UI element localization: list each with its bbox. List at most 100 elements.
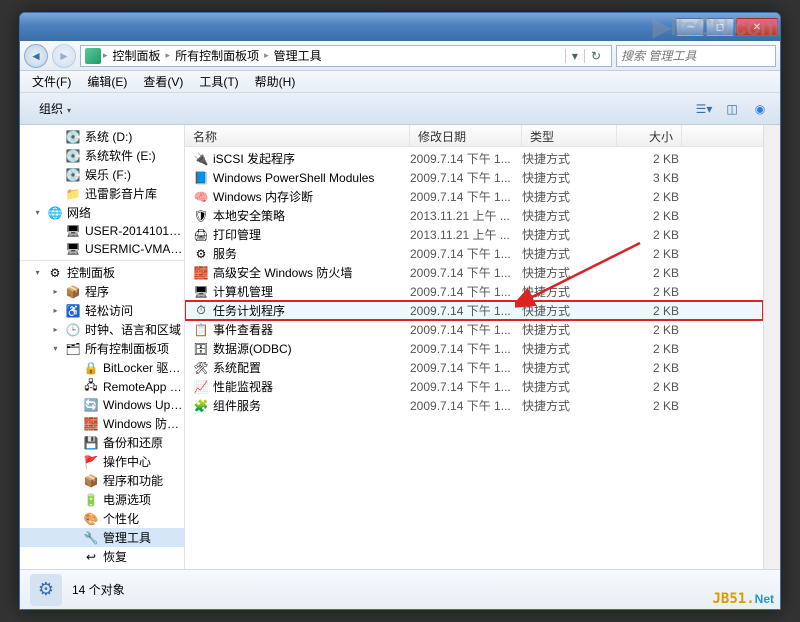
tree-item[interactable]: 🔒BitLocker 驱动器加 — [20, 358, 184, 377]
back-button[interactable]: ◄ — [24, 44, 48, 68]
expand-icon[interactable]: ▾ — [32, 267, 43, 278]
expand-icon[interactable] — [68, 362, 79, 373]
nav-tree[interactable]: 💽系统 (D:)💽系统软件 (E:)💽娱乐 (F:)📁迅雷影音片库▾🌐网络🖥US… — [20, 125, 185, 569]
organize-button[interactable]: 组织 — [28, 96, 86, 121]
file-row[interactable]: ⚙服务2009.7.14 下午 1...快捷方式2 KB — [185, 244, 763, 263]
tree-item[interactable]: 📦程序和功能 — [20, 471, 184, 490]
tree-item[interactable]: 💽娱乐 (F:) — [20, 165, 184, 184]
close-button[interactable]: ✕ — [736, 18, 778, 36]
explorer-window: ▶itsCN.com ─ ◻ ✕ ◄ ► ▸ 控制面板 ▸ 所有控制面板项 ▸ … — [19, 12, 781, 610]
tree-item[interactable]: 🖧RemoteApp 和桌 — [20, 377, 184, 396]
power-icon: 🔋 — [83, 492, 99, 508]
expand-icon[interactable]: ▸ — [50, 324, 61, 335]
expand-icon[interactable]: ▸ — [50, 286, 61, 297]
file-row[interactable]: 🔌iSCSI 发起程序2009.7.14 下午 1...快捷方式2 KB — [185, 149, 763, 168]
maximize-button[interactable]: ◻ — [706, 18, 734, 36]
breadcrumb-item[interactable]: 管理工具 — [271, 47, 325, 64]
tree-item[interactable]: 🎨个性化 — [20, 509, 184, 528]
tree-item[interactable]: ▸♿轻松访问 — [20, 301, 184, 320]
breadcrumb-item[interactable]: 所有控制面板项 — [172, 47, 262, 64]
tree-item[interactable]: ▾🗂所有控制面板项 — [20, 339, 184, 358]
expand-icon[interactable]: ▾ — [32, 207, 43, 218]
iscsi-icon: 🔌 — [193, 151, 209, 167]
search-input[interactable]: 搜索 管理工具 — [616, 45, 776, 67]
tree-item[interactable]: 💾备份和还原 — [20, 433, 184, 452]
expand-icon[interactable]: ▾ — [50, 343, 61, 354]
minimize-button[interactable]: ─ — [676, 18, 704, 36]
ps-icon: 📘 — [193, 170, 209, 186]
expand-icon[interactable] — [68, 456, 79, 467]
expand-icon[interactable] — [68, 437, 79, 448]
file-row[interactable]: ⏱任务计划程序2009.7.14 下午 1...快捷方式2 KB — [185, 301, 763, 320]
tree-item[interactable]: 🔋电源选项 — [20, 490, 184, 509]
expand-icon[interactable]: ▸ — [50, 305, 61, 316]
address-dropdown-icon[interactable]: ▾ — [565, 49, 584, 63]
file-size: 2 KB — [617, 209, 679, 223]
file-date: 2009.7.14 下午 1... — [410, 264, 522, 281]
expand-icon[interactable] — [68, 400, 79, 411]
expand-icon[interactable] — [50, 131, 61, 142]
menu-edit[interactable]: 编辑(E) — [79, 71, 135, 92]
menu-view[interactable]: 查看(V) — [135, 71, 191, 92]
file-row[interactable]: 📘Windows PowerShell Modules2009.7.14 下午 … — [185, 168, 763, 187]
file-row[interactable]: 🛡本地安全策略2013.11.21 上午 ...快捷方式2 KB — [185, 206, 763, 225]
tree-item[interactable]: 💽系统软件 (E:) — [20, 146, 184, 165]
preview-pane-button[interactable]: ◫ — [720, 98, 744, 120]
expand-icon[interactable] — [50, 226, 61, 237]
perfmon-icon: 📈 — [193, 379, 209, 395]
tree-item[interactable]: 📁迅雷影音片库 — [20, 184, 184, 203]
tree-item[interactable]: ▾⚙控制面板 — [20, 260, 184, 282]
tree-item[interactable]: 🧱Windows 防火墙 — [20, 414, 184, 433]
expand-icon[interactable] — [68, 494, 79, 505]
file-row[interactable]: 🖥计算机管理2009.7.14 下午 1...快捷方式2 KB — [185, 282, 763, 301]
menu-file[interactable]: 文件(F) — [24, 71, 79, 92]
tree-item[interactable]: ↩恢复 — [20, 547, 184, 566]
compmgmt-icon: 🖥 — [193, 284, 209, 300]
file-row[interactable]: 🗄数据源(ODBC)2009.7.14 下午 1...快捷方式2 KB — [185, 339, 763, 358]
col-name-header[interactable]: 名称 — [185, 125, 410, 146]
expand-icon[interactable] — [68, 551, 79, 562]
file-type: 快捷方式 — [522, 264, 617, 281]
menu-help[interactable]: 帮助(H) — [247, 71, 304, 92]
tree-item[interactable]: 🔧管理工具 — [20, 528, 184, 547]
tree-item[interactable]: ▸📦程序 — [20, 282, 184, 301]
expand-icon[interactable] — [68, 475, 79, 486]
file-row[interactable]: 📈性能监视器2009.7.14 下午 1...快捷方式2 KB — [185, 377, 763, 396]
view-mode-button[interactable]: ☰▾ — [692, 98, 716, 120]
address-bar[interactable]: ▸ 控制面板 ▸ 所有控制面板项 ▸ 管理工具 ▾ ↻ — [80, 45, 612, 67]
expand-icon[interactable] — [50, 169, 61, 180]
tree-item[interactable]: 🖥USERMIC-VMAH7V — [20, 240, 184, 258]
col-type-header[interactable]: 类型 — [522, 125, 617, 146]
forward-button[interactable]: ► — [52, 44, 76, 68]
file-row[interactable]: 📋事件查看器2009.7.14 下午 1...快捷方式2 KB — [185, 320, 763, 339]
col-date-header[interactable]: 修改日期 — [410, 125, 522, 146]
tree-item[interactable]: 🖥USER-20141017QI — [20, 222, 184, 240]
tree-item[interactable]: 🔄Windows Update — [20, 396, 184, 414]
file-row[interactable]: 🛠系统配置2009.7.14 下午 1...快捷方式2 KB — [185, 358, 763, 377]
breadcrumb-item[interactable]: 控制面板 — [110, 47, 164, 64]
tree-item[interactable]: ▸🕒时钟、语言和区域 — [20, 320, 184, 339]
expand-icon[interactable] — [50, 188, 61, 199]
tree-item[interactable]: 💽系统 (D:) — [20, 127, 184, 146]
file-row[interactable]: 🧠Windows 内存诊断2009.7.14 下午 1...快捷方式2 KB — [185, 187, 763, 206]
expand-icon[interactable] — [50, 150, 61, 161]
recovery-icon: ↩ — [83, 549, 99, 565]
file-row[interactable]: 🧩组件服务2009.7.14 下午 1...快捷方式2 KB — [185, 396, 763, 415]
tree-item[interactable]: 🚩操作中心 — [20, 452, 184, 471]
help-icon[interactable]: ◉ — [748, 98, 772, 120]
file-row[interactable]: 🖨打印管理2013.11.21 上午 ...快捷方式2 KB — [185, 225, 763, 244]
menu-tools[interactable]: 工具(T) — [191, 71, 246, 92]
vertical-scrollbar[interactable] — [763, 125, 780, 569]
expand-icon[interactable] — [68, 532, 79, 543]
drive-icon: 💽 — [65, 167, 81, 183]
chevron-icon: ▸ — [103, 50, 108, 61]
expand-icon[interactable] — [68, 513, 79, 524]
expand-icon[interactable] — [68, 381, 79, 392]
watermark-jb51: JB51.Net — [713, 591, 775, 607]
file-row[interactable]: 🧱高级安全 Windows 防火墙2009.7.14 下午 1...快捷方式2 … — [185, 263, 763, 282]
expand-icon[interactable] — [50, 244, 61, 255]
tree-item[interactable]: ▾🌐网络 — [20, 203, 184, 222]
expand-icon[interactable] — [68, 418, 79, 429]
col-size-header[interactable]: 大小 — [617, 125, 682, 146]
refresh-icon[interactable]: ↻ — [584, 49, 607, 63]
